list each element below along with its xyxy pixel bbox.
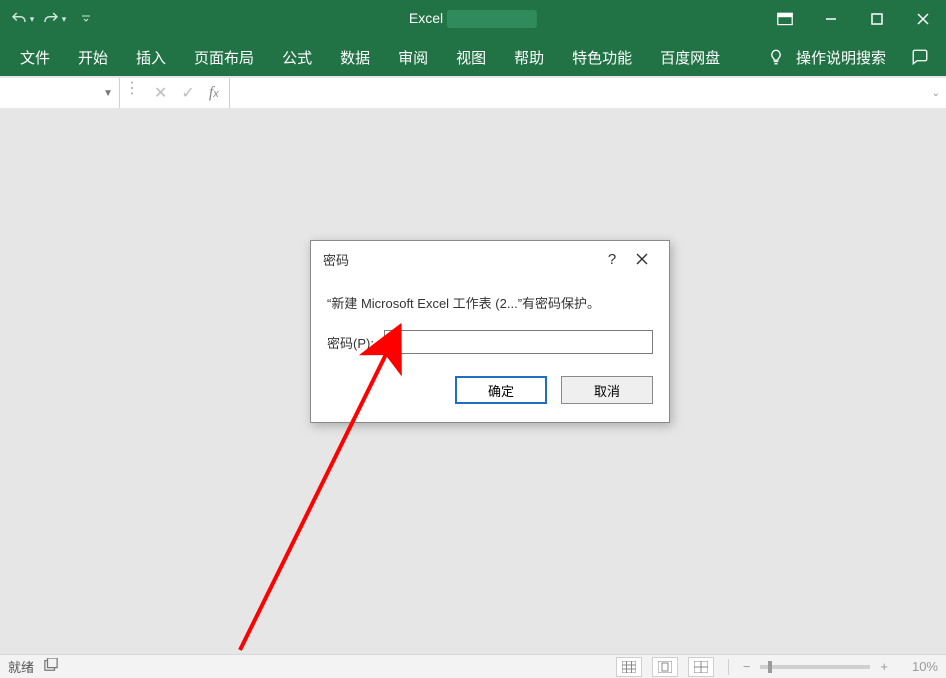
close-icon: [917, 13, 929, 25]
password-dialog: 密码 ? “新建 Microsoft Excel 工作表 (2...”有密码保护…: [310, 240, 670, 423]
tab-baidu[interactable]: 百度网盘: [646, 39, 734, 76]
tell-me-search[interactable]: 操作说明搜索: [796, 39, 900, 76]
tab-home[interactable]: 开始: [64, 39, 122, 76]
dialog-message: “新建 Microsoft Excel 工作表 (2...”有密码保护。: [327, 293, 653, 312]
status-left-group: 就绪: [8, 657, 58, 676]
expand-formula-bar-button[interactable]: ⌄: [932, 88, 940, 99]
status-ready: 就绪: [8, 657, 34, 676]
tab-data[interactable]: 数据: [326, 39, 384, 76]
ok-button[interactable]: 确定: [455, 376, 547, 404]
worksheet-area: 密码 ? “新建 Microsoft Excel 工作表 (2...”有密码保护…: [0, 110, 946, 654]
undo-button[interactable]: ▾: [8, 5, 36, 33]
zoom-percent[interactable]: 10%: [898, 659, 938, 674]
dialog-buttons: 确定 取消: [327, 376, 653, 404]
window-controls: [762, 0, 946, 38]
formula-controls: ✕ ✓ fx: [144, 78, 230, 108]
name-box[interactable]: ▼: [0, 78, 120, 108]
dialog-help-button[interactable]: ?: [597, 244, 627, 274]
status-bar: 就绪 − + 10%: [0, 654, 946, 678]
window-title: Excel: [409, 10, 537, 28]
dialog-title: 密码: [323, 250, 597, 269]
enter-formula-button[interactable]: ✓: [181, 83, 194, 103]
record-icon: [44, 658, 58, 672]
undo-icon: [10, 10, 28, 28]
tab-help[interactable]: 帮助: [500, 39, 558, 76]
tab-review[interactable]: 审阅: [384, 39, 442, 76]
zoom-slider[interactable]: [760, 665, 870, 669]
cancel-formula-button[interactable]: ✕: [154, 83, 167, 103]
normal-view-button[interactable]: [616, 657, 642, 677]
maximize-icon: [871, 13, 883, 25]
tab-page-layout[interactable]: 页面布局: [180, 39, 268, 76]
chevron-down-icon: ▼: [103, 88, 113, 99]
lightbulb-icon: [767, 48, 785, 66]
close-button[interactable]: [900, 0, 946, 38]
password-row: 密码(P):: [327, 330, 653, 354]
page-break-view-button[interactable]: [688, 657, 714, 677]
tab-file[interactable]: 文件: [6, 39, 64, 76]
tab-special[interactable]: 特色功能: [558, 39, 646, 76]
tell-me-icon-wrap[interactable]: [766, 47, 786, 67]
password-input[interactable]: [384, 330, 653, 354]
page-layout-icon: [658, 661, 672, 673]
title-bar: ▾ ▾ Excel: [0, 0, 946, 38]
page-layout-view-button[interactable]: [652, 657, 678, 677]
redo-button[interactable]: ▾: [40, 5, 68, 33]
insert-function-button[interactable]: fx: [209, 84, 219, 102]
dialog-body: “新建 Microsoft Excel 工作表 (2...”有密码保护。 密码(…: [311, 277, 669, 422]
macro-record-button[interactable]: [44, 658, 58, 675]
dialog-close-button[interactable]: [627, 244, 657, 274]
password-label: 密码(P):: [327, 333, 374, 352]
ribbon-right-group: 操作说明搜索: [766, 39, 940, 76]
dialog-title-bar[interactable]: 密码 ?: [311, 241, 669, 277]
ribbon-display-options-button[interactable]: [762, 0, 808, 38]
title-masked-area: [447, 10, 537, 28]
ribbon-options-icon: [777, 12, 793, 26]
minimize-button[interactable]: [808, 0, 854, 38]
close-icon: [636, 253, 648, 265]
chevron-down-icon: [80, 13, 92, 25]
formula-bar: ▼ ⋮ ✕ ✓ fx ⌄: [0, 76, 946, 110]
zoom-slider-thumb[interactable]: [768, 661, 772, 673]
tab-formulas[interactable]: 公式: [268, 39, 326, 76]
tab-insert[interactable]: 插入: [122, 39, 180, 76]
status-right-group: − + 10%: [616, 657, 938, 677]
zoom-in-button[interactable]: +: [880, 659, 888, 674]
ribbon-tabs: 文件 开始 插入 页面布局 公式 数据 审阅 视图 帮助 特色功能 百度网盘 操…: [0, 38, 946, 76]
formula-separator: ⋮: [120, 78, 144, 108]
status-divider: [728, 659, 729, 675]
formula-input[interactable]: ⌄: [230, 78, 946, 108]
share-button[interactable]: [910, 47, 930, 67]
maximize-button[interactable]: [854, 0, 900, 38]
qat-customize-button[interactable]: [72, 5, 100, 33]
minimize-icon: [825, 13, 837, 25]
comment-icon: [911, 48, 929, 66]
app-name: Excel: [409, 10, 443, 26]
zoom-out-button[interactable]: −: [743, 659, 751, 674]
quick-access-toolbar: ▾ ▾: [0, 5, 100, 33]
redo-icon: [42, 10, 60, 28]
grid-icon: [622, 661, 636, 673]
page-break-icon: [694, 661, 708, 673]
tab-view[interactable]: 视图: [442, 39, 500, 76]
cancel-button[interactable]: 取消: [561, 376, 653, 404]
